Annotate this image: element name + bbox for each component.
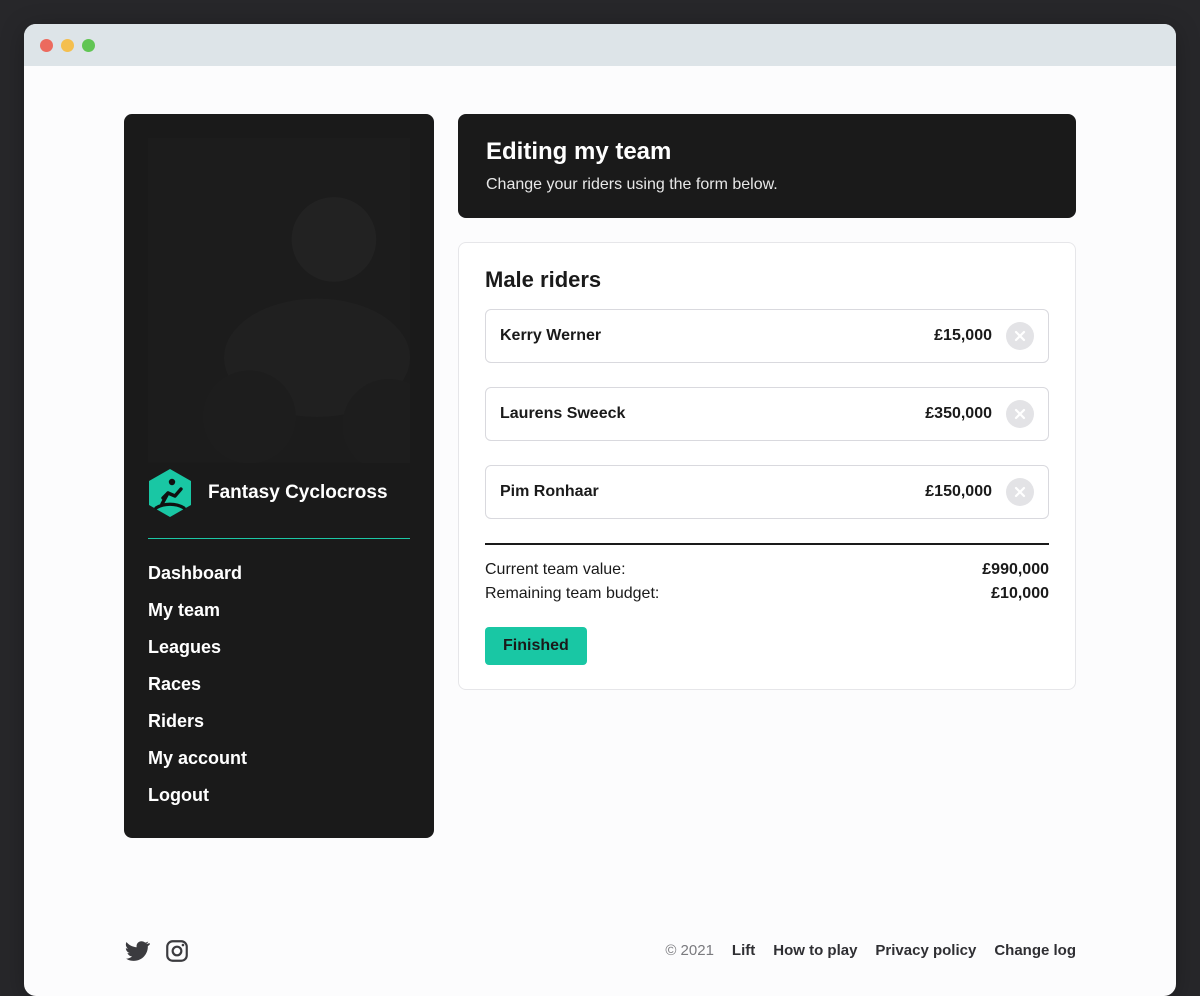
close-icon — [1014, 330, 1026, 342]
brand: Fantasy Cyclocross — [148, 468, 410, 518]
nav-divider — [148, 538, 410, 539]
remove-rider-button[interactable] — [1006, 322, 1034, 350]
sidebar-item-races[interactable]: Races — [148, 666, 410, 703]
footer-link-changelog[interactable]: Change log — [994, 942, 1076, 959]
page-title: Editing my team — [486, 138, 1048, 166]
footer-links: © 2021 Lift How to play Privacy policy C… — [665, 942, 1076, 959]
sidebar-item-my-account[interactable]: My account — [148, 740, 410, 777]
remaining-budget-row: Remaining team budget: £10,000 — [485, 585, 1049, 603]
sidebar-item-riders[interactable]: Riders — [148, 703, 410, 740]
sidebar-background-image — [148, 138, 410, 463]
rider-row: Kerry Werner £15,000 — [485, 309, 1049, 363]
page-subtitle: Change your riders using the form below. — [486, 176, 1048, 194]
sidebar-item-dashboard[interactable]: Dashboard — [148, 555, 410, 592]
rider-name: Kerry Werner — [500, 327, 920, 345]
remove-rider-button[interactable] — [1006, 400, 1034, 428]
finished-button[interactable]: Finished — [485, 627, 587, 665]
footer-link-how-to-play[interactable]: How to play — [773, 942, 857, 959]
window-zoom-icon[interactable] — [82, 39, 95, 52]
footer-copyright: © 2021 — [665, 942, 714, 959]
footer-link-privacy[interactable]: Privacy policy — [875, 942, 976, 959]
window-minimize-icon[interactable] — [61, 39, 74, 52]
sidebar: Fantasy Cyclocross Dashboard My team Lea… — [124, 114, 434, 838]
twitter-icon[interactable] — [124, 938, 150, 964]
window-close-icon[interactable] — [40, 39, 53, 52]
remove-rider-button[interactable] — [1006, 478, 1034, 506]
close-icon — [1014, 408, 1026, 420]
rider-row: Laurens Sweeck £350,000 — [485, 387, 1049, 441]
footer-link-lift[interactable]: Lift — [732, 942, 755, 959]
remaining-budget-value: £10,000 — [991, 585, 1049, 603]
rider-price: £150,000 — [925, 483, 992, 501]
brand-name: Fantasy Cyclocross — [208, 482, 388, 504]
remaining-budget-label: Remaining team budget: — [485, 585, 659, 603]
sidebar-item-my-team[interactable]: My team — [148, 592, 410, 629]
rider-price: £350,000 — [925, 405, 992, 423]
totals-divider — [485, 543, 1049, 545]
social-links — [124, 938, 190, 964]
current-team-value: £990,000 — [982, 561, 1049, 579]
current-team-value-row: Current team value: £990,000 — [485, 561, 1049, 579]
team-editor-card: Male riders Kerry Werner £15,000 Laurens… — [458, 242, 1076, 690]
rider-name: Pim Ronhaar — [500, 483, 911, 501]
sidebar-item-leagues[interactable]: Leagues — [148, 629, 410, 666]
page-header: Editing my team Change your riders using… — [458, 114, 1076, 218]
rider-price: £15,000 — [934, 327, 992, 345]
window-titlebar — [24, 24, 1176, 66]
instagram-icon[interactable] — [164, 938, 190, 964]
current-team-value-label: Current team value: — [485, 561, 626, 579]
main: Editing my team Change your riders using… — [458, 114, 1076, 690]
page-content: Fantasy Cyclocross Dashboard My team Lea… — [24, 66, 1176, 996]
section-title: Male riders — [485, 267, 1049, 293]
totals: Current team value: £990,000 Remaining t… — [485, 561, 1049, 603]
close-icon — [1014, 486, 1026, 498]
sidebar-item-logout[interactable]: Logout — [148, 777, 410, 814]
nav-list: Dashboard My team Leagues Races Riders M… — [148, 555, 410, 814]
app-window: Fantasy Cyclocross Dashboard My team Lea… — [24, 24, 1176, 996]
rider-row: Pim Ronhaar £150,000 — [485, 465, 1049, 519]
logo-icon — [148, 468, 192, 518]
rider-name: Laurens Sweeck — [500, 405, 911, 423]
footer: © 2021 Lift How to play Privacy policy C… — [124, 938, 1076, 964]
